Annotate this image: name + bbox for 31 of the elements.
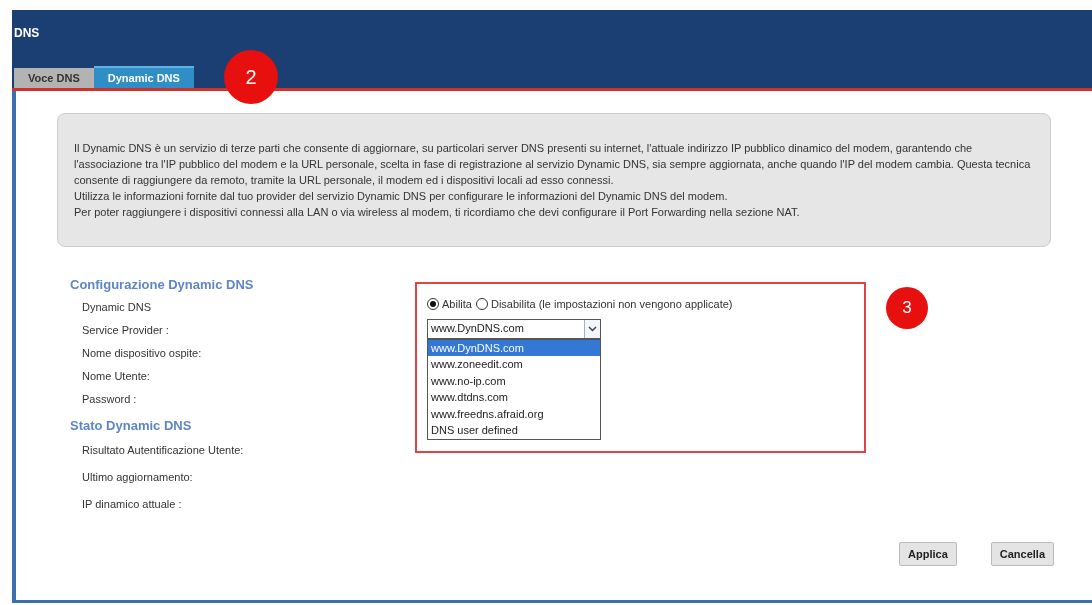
- field-label: Ultimo aggiornamento:: [82, 470, 193, 485]
- dropdown-option[interactable]: www.dtdns.com: [428, 389, 600, 406]
- annotation-badge: 3: [886, 287, 928, 329]
- field-label: IP dinamico attuale :: [82, 497, 182, 512]
- section-heading: Configurazione Dynamic DNS: [70, 276, 254, 294]
- dropdown-option[interactable]: DNS user defined: [428, 422, 600, 439]
- radio-button[interactable]: [427, 298, 439, 311]
- radio-button[interactable]: [475, 298, 488, 311]
- radio-label: Abilita: [442, 297, 472, 312]
- dropdown-option[interactable]: www.DynDNS.com: [428, 339, 600, 356]
- section-heading: Stato Dynamic DNS: [70, 416, 192, 435]
- tab[interactable]: Voce DNS: [14, 68, 94, 88]
- field-label: Risultato Autentificazione Utente:: [82, 443, 244, 458]
- info-text: Per poter raggiungere i dispositivi connessi alla LAN o via wireless al modem, ti ricordiamo che devi configurare il Port Forwarding nella sezione NAT.: [74, 205, 801, 220]
- info-text: Il Dynamic DNS è un servizio di terze parti che consente di aggiornare, su particolari server DNS presenti su internet, l'attuale indirizzo IP pubblico dinamico del modem, garantendo che l'associazione tra l'IP pubblico del modem e la URL personale, scelta in fase di registrazione al servizio Dynamic DNS, sia sempre aggiornata, anche quando l'IP del modem cambia. Questa tecnica consente di raggiungere da remoto, tramite la URL personale, il modem ed i dispositivi locali ad esso connessi.: [74, 141, 1032, 188]
- dropdown-option[interactable]: www.freedns.afraid.org: [428, 405, 600, 422]
- window-title: DNS: [14, 25, 40, 42]
- dropdown-option[interactable]: www.no-ip.com: [428, 372, 600, 389]
- field-label: Password :: [82, 391, 137, 407]
- radio-label: Disabilita (le impostazioni non vengono applicate): [490, 297, 733, 312]
- action-button[interactable]: Cancella: [990, 542, 1054, 566]
- field-label: Service Provider :: [82, 322, 169, 338]
- field-label: Nome dispositivo ospite:: [82, 345, 202, 361]
- tab[interactable]: Dynamic DNS: [93, 66, 194, 88]
- dropdown-option[interactable]: www.zoneedit.com: [428, 356, 600, 373]
- dropdown-field[interactable]: www.DynDNS.com: [427, 318, 601, 339]
- field-label: Nome Utente:: [82, 368, 150, 384]
- info-text: Utilizza le informazioni fornite dal tuo provider del servizio Dynamic DNS per configurare le informazioni del Dynamic DNS del modem.: [74, 189, 729, 204]
- action-button[interactable]: Applica: [899, 542, 957, 566]
- annotation-badge: 2: [224, 50, 278, 104]
- field-label: Dynamic DNS: [82, 299, 152, 315]
